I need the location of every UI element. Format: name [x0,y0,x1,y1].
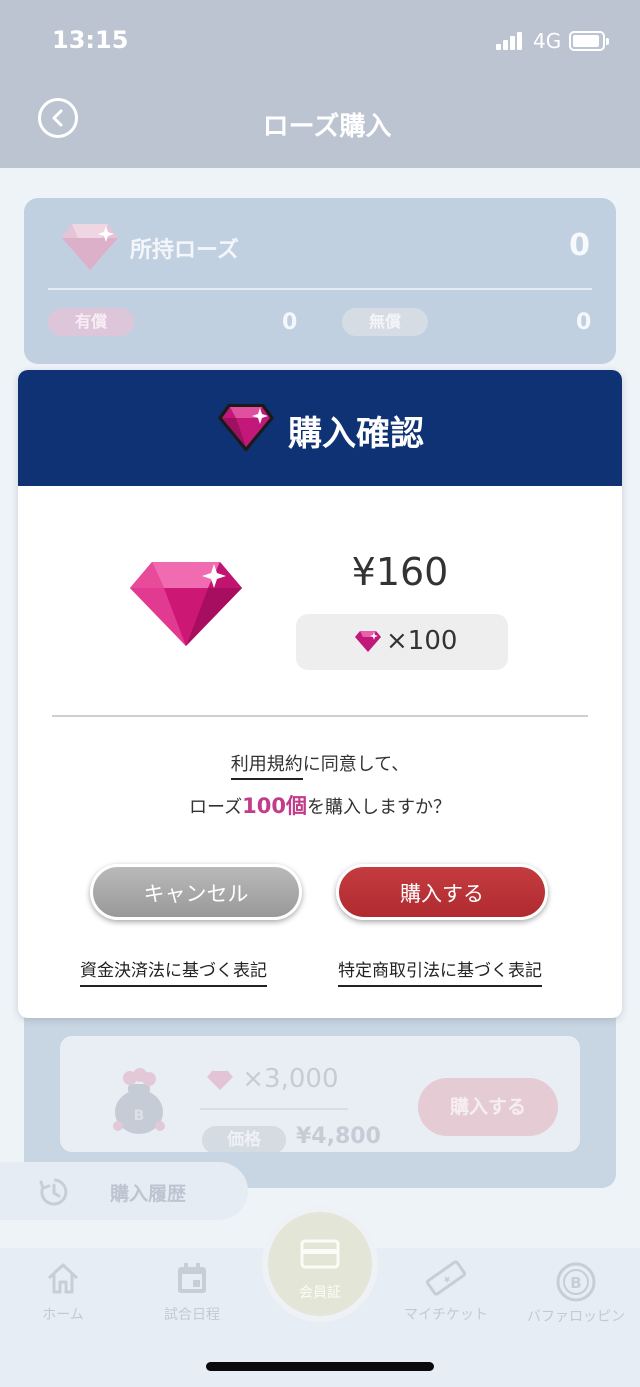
member-card-label: 会員証 [299,1285,341,1301]
product-card: B ×3,000 価格 ¥4,800 購入する [60,1036,580,1152]
svg-text:B: B [570,1274,581,1292]
buffalo-coin-icon: B [556,1262,596,1302]
price-badge: 価格 [202,1126,286,1152]
rose-gem-icon [207,1070,233,1090]
nav-schedule-label: 試合日程 [164,1307,220,1323]
payment-services-act-link[interactable]: 資金決済法に基づく表記 [80,956,267,987]
holdings-label: 所持ローズ [130,238,239,263]
signal-icon [496,32,524,50]
divider [48,288,592,290]
nav-buffalo-label: バファロッピン [527,1309,625,1325]
free-badge: 無償 [342,308,428,336]
member-card-icon [300,1239,340,1269]
member-card-button[interactable]: 会員証 [262,1206,378,1322]
dialog-price: ¥160 [351,550,449,594]
ticket-icon: ★ [425,1260,467,1296]
buy-button[interactable]: 購入する [336,864,548,920]
nav-home[interactable]: ホーム [3,1260,123,1324]
quantity-highlight: 100個 [242,794,307,818]
purchase-history-label: 購入履歴 [110,1183,187,1205]
product-buy-button[interactable]: 購入する [418,1078,558,1136]
quantity-box: ×100 [296,614,508,670]
message-text: に同意して、 [302,754,410,775]
nav-buffalo[interactable]: B バファロッピン [516,1260,636,1326]
confirm-message-line2: ローズ100個を購入しますか？ [18,790,622,820]
home-icon [47,1263,79,1294]
rose-bag-icon: B [113,1068,165,1134]
product-amount-text: ×3,000 [242,1064,339,1094]
nav-home-label: ホーム [42,1307,84,1323]
product-amount: ×3,000 [206,1064,338,1094]
free-value: 0 [576,310,592,335]
product-price: ¥4,800 [296,1124,381,1149]
message-suffix: を購入しますか？ [306,797,451,818]
dialog-title: 購入確認 [288,414,424,454]
nav-schedule[interactable]: 試合日程 [132,1260,252,1324]
header-bar: 13:15 4G ローズ購入 [0,0,640,168]
rose-gem-icon [355,631,381,652]
rose-gem-icon [218,404,274,452]
purchase-history-button[interactable]: 購入履歴 [0,1162,248,1220]
network-label: 4G [533,29,562,53]
commercial-transactions-act-link[interactable]: 特定商取引法に基づく表記 [338,956,542,987]
page-title: ローズ購入 [262,112,392,142]
nav-ticket-label: マイチケット [404,1307,488,1323]
dialog-header: 購入確認 [18,370,622,486]
history-icon [39,1178,68,1206]
svg-text:B: B [134,1108,145,1124]
holdings-card: 所持ローズ 0 有償 0 無償 0 [24,198,616,364]
quantity-text: ×100 [386,626,458,656]
battery-icon [569,31,609,51]
terms-link[interactable]: 利用規約 [230,754,303,780]
purchase-confirm-dialog: 購入確認 ¥160 ×100 利用規約に同意して、 ローズ100個を購入しますか… [18,370,622,1018]
rose-gem-icon [62,224,118,270]
status-time: 13:15 [52,26,129,54]
home-indicator [206,1362,434,1371]
divider [52,715,588,717]
nav-ticket[interactable]: ★ マイチケット [386,1260,506,1324]
calendar-icon [178,1263,206,1293]
message-prefix: ローズ [189,797,243,818]
confirm-message-line1: 利用規約に同意して、 [18,750,622,780]
paid-value: 0 [282,310,298,335]
rose-gem-large-icon [130,562,242,646]
cancel-button[interactable]: キャンセル [90,864,302,920]
paid-badge: 有償 [48,308,134,336]
divider [200,1108,348,1110]
holdings-total: 0 [569,228,590,263]
